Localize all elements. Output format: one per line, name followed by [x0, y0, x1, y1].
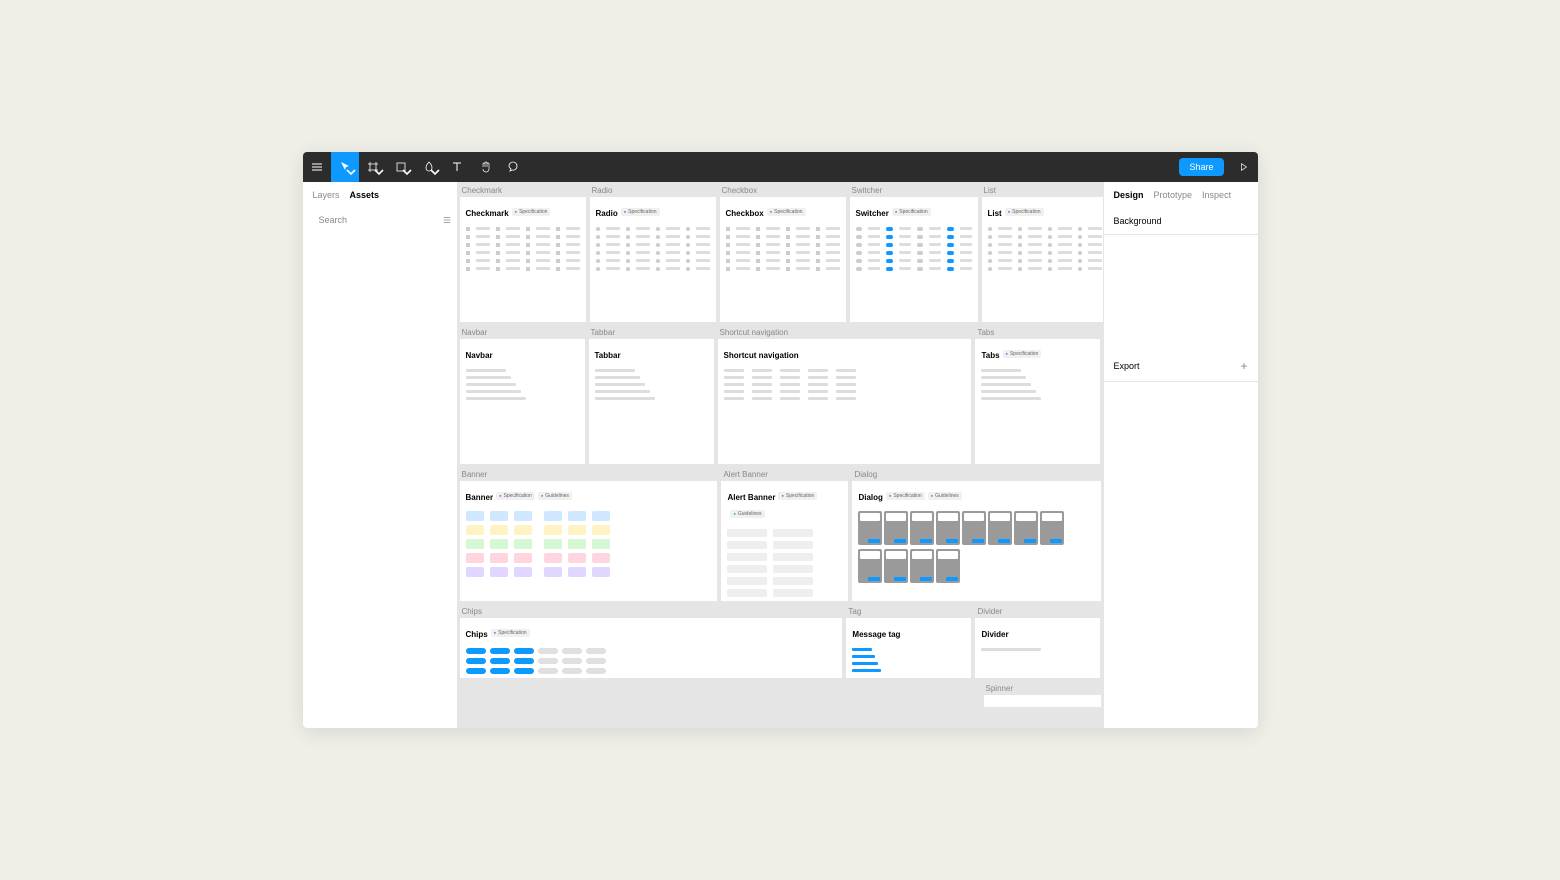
- frame-switcher[interactable]: SwitcherSwitcherSpecification: [850, 184, 978, 322]
- frame-tag-specification: Specification: [496, 492, 535, 500]
- frame-tabs[interactable]: Tabs Tabs Specification: [975, 326, 1100, 464]
- hand-tool[interactable]: [471, 152, 499, 182]
- frame-label: Checkmark: [460, 184, 586, 197]
- frame-spinner[interactable]: Spinner: [984, 682, 1101, 707]
- tab-layers[interactable]: Layers: [313, 190, 340, 200]
- add-export-button[interactable]: +: [1240, 359, 1247, 373]
- frame-label: Spinner: [984, 682, 1101, 695]
- tab-prototype[interactable]: Prototype: [1154, 190, 1193, 200]
- frame-title: Chips: [466, 630, 488, 639]
- toolbar: Share: [303, 152, 1258, 182]
- frame-title: Banner: [466, 493, 494, 502]
- frame-title: Alert Banner: [727, 493, 775, 502]
- export-section: Export +: [1104, 351, 1258, 382]
- frame-title: Shortcut navigation: [724, 351, 799, 360]
- frame-label: List: [982, 184, 1103, 197]
- tab-assets[interactable]: Assets: [350, 190, 380, 200]
- figma-window: Share Layers Assets: [303, 152, 1258, 728]
- frame-tag-guidelines: Guidelines: [538, 492, 572, 500]
- frame-label: Tag: [846, 605, 971, 618]
- frame-title: Checkbox: [726, 209, 764, 218]
- frame-title: Tabbar: [595, 351, 621, 360]
- frame-label: Switcher: [850, 184, 978, 197]
- frame-title: List: [988, 209, 1002, 218]
- right-panel-tabs: Design Prototype Inspect: [1104, 182, 1258, 208]
- frame-tag-specification: Specification: [621, 208, 660, 216]
- left-panel-tabs: Layers Assets: [303, 182, 457, 208]
- pen-tool[interactable]: [415, 152, 443, 182]
- tab-design[interactable]: Design: [1114, 190, 1144, 200]
- frame-label: Chips: [460, 605, 843, 618]
- frame-label: Shortcut navigation: [718, 326, 972, 339]
- tab-inspect[interactable]: Inspect: [1202, 190, 1231, 200]
- menu-button[interactable]: [303, 152, 331, 182]
- text-tool[interactable]: [443, 152, 471, 182]
- frame-title: Switcher: [856, 209, 889, 218]
- frame-tag-specification: Specification: [1003, 350, 1042, 358]
- frame-tag-specification: Specification: [886, 492, 925, 500]
- comment-tool[interactable]: [499, 152, 527, 182]
- frame-divider[interactable]: Divider Divider: [975, 605, 1100, 678]
- frame-tag-specification: Specification: [491, 629, 530, 637]
- frame-checkbox[interactable]: CheckboxCheckboxSpecification: [720, 184, 846, 322]
- frame-title: Navbar: [466, 351, 493, 360]
- frame-tag-specification: Specification: [512, 208, 551, 216]
- right-panel: Design Prototype Inspect Background Expo…: [1103, 182, 1258, 728]
- frame-tag-specification: Specification: [1005, 208, 1044, 216]
- canvas[interactable]: CheckmarkCheckmarkSpecificationRadioRadi…: [458, 182, 1103, 728]
- frame-tag-guidelines: Guidelines: [730, 510, 764, 518]
- app-body: Layers Assets CheckmarkCheckmarkSpecific…: [303, 182, 1258, 728]
- frame-list[interactable]: ListListSpecification: [982, 184, 1103, 322]
- frame-label: Dialog: [852, 468, 1100, 481]
- frame-tag-specification: Specification: [767, 208, 806, 216]
- move-tool[interactable]: [331, 152, 359, 182]
- frame-tool[interactable]: [359, 152, 387, 182]
- frame-label: Divider: [975, 605, 1100, 618]
- export-label: Export: [1114, 361, 1140, 371]
- frame-shortcut-navigation[interactable]: Shortcut navigation Shortcut navigation: [718, 326, 972, 464]
- frame-radio[interactable]: RadioRadioSpecification: [590, 184, 716, 322]
- search-row: [303, 208, 457, 232]
- frame-title: Message tag: [852, 630, 900, 639]
- frame-navbar[interactable]: Navbar Navbar: [460, 326, 585, 464]
- frame-banner[interactable]: BannerBannerSpecificationGuidelines: [460, 468, 718, 601]
- frame-title: Dialog: [858, 493, 882, 502]
- frame-chips[interactable]: ChipsChipsSpecification: [460, 605, 843, 678]
- frame-label: Navbar: [460, 326, 585, 339]
- frame-tag-specification: Specification: [778, 492, 817, 500]
- frame-title: Radio: [596, 209, 618, 218]
- frame-label: Alert Banner: [721, 468, 848, 481]
- frame-title: Tabs: [981, 351, 999, 360]
- share-button[interactable]: Share: [1179, 158, 1223, 176]
- frame-label: Checkbox: [720, 184, 846, 197]
- present-button[interactable]: [1230, 152, 1258, 182]
- frame-label: Tabs: [975, 326, 1100, 339]
- frame-title: Checkmark: [466, 209, 509, 218]
- list-view-button[interactable]: [442, 212, 452, 228]
- background-section: Background: [1104, 208, 1258, 235]
- frame-dialog[interactable]: Dialog Dialog SpecificationGuidelines: [852, 468, 1100, 601]
- left-panel: Layers Assets: [303, 182, 458, 728]
- search-input[interactable]: [319, 215, 436, 225]
- frame-tag[interactable]: Tag Message tag: [846, 605, 971, 678]
- frame-label: Tabbar: [589, 326, 714, 339]
- frame-tabbar[interactable]: Tabbar Tabbar: [589, 326, 714, 464]
- frame-tag-specification: Specification: [892, 208, 931, 216]
- frame-label: Radio: [590, 184, 716, 197]
- frame-title: Divider: [981, 630, 1008, 639]
- frame-alert-banner[interactable]: Alert BannerAlert BannerSpecificationGui…: [721, 468, 848, 601]
- frame-checkmark[interactable]: CheckmarkCheckmarkSpecification: [460, 184, 586, 322]
- frame-tag-guidelines: Guidelines: [928, 492, 962, 500]
- frame-label: Banner: [460, 468, 718, 481]
- shape-tool[interactable]: [387, 152, 415, 182]
